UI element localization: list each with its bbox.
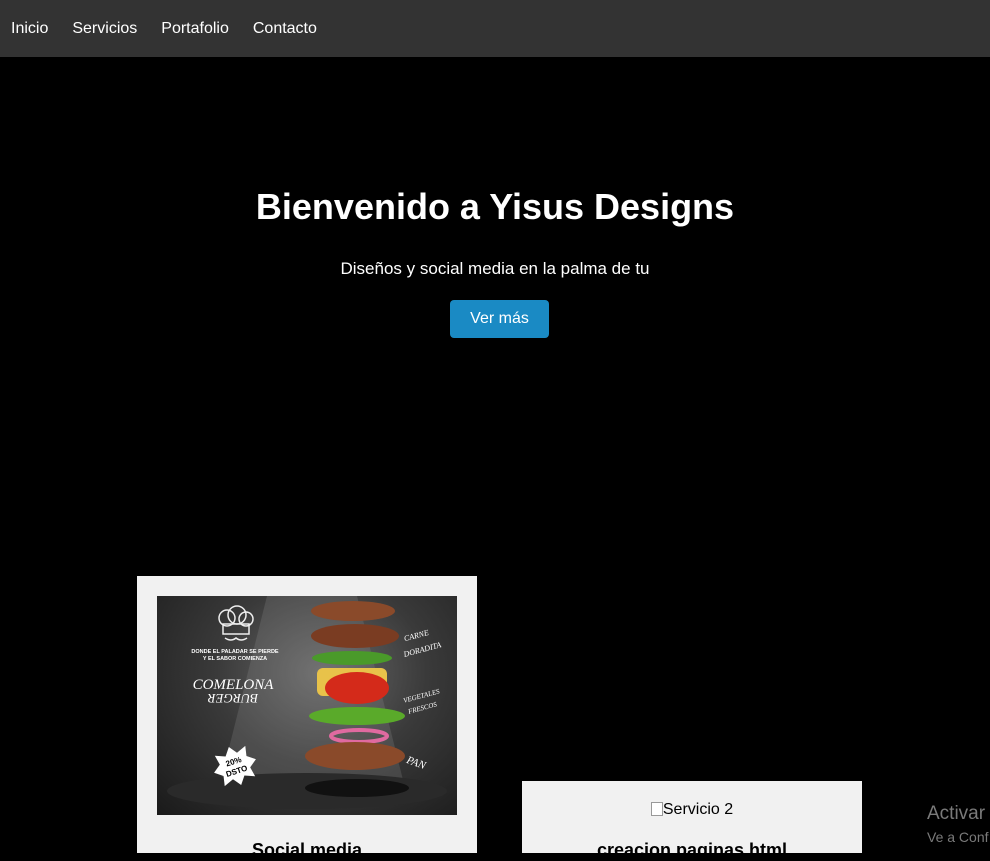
card-title: creacion paginas html — [596, 840, 788, 860]
watermark-line1: Activar — [927, 803, 986, 824]
svg-text:DONDE EL PALADAR SE PIERDE: DONDE EL PALADAR SE PIERDE — [191, 649, 279, 655]
nav-link-servicios[interactable]: Servicios — [72, 20, 137, 38]
hero-subtitle: Diseños y social media en la palma de tu — [340, 259, 650, 278]
brand-comelona: COMELONA — [193, 677, 275, 693]
hero-title: Bienvenido a Yisus Designs — [255, 186, 735, 227]
service-card-html: Servicio 2 creacion paginas html — [522, 781, 862, 860]
burger-ad-artwork: DONDE EL PALADAR SE PIERDE Y EL SABOR CO… — [167, 596, 447, 809]
nav-link-contacto[interactable]: Contacto — [253, 20, 317, 38]
broken-image: Servicio 2 — [522, 801, 862, 819]
nav-link-inicio[interactable]: Inicio — [11, 20, 48, 38]
watermark-line2: Ve a Conf — [927, 829, 989, 845]
service-card-social-media: DONDE EL PALADAR SE PIERDE Y EL SABOR CO… — [137, 576, 477, 860]
chef-hat-icon — [218, 605, 254, 641]
ver-mas-button[interactable]: Ver más — [450, 300, 549, 338]
nav-link-portafolio[interactable]: Portafolio — [161, 20, 229, 38]
image-alt-text: Servicio 2 — [662, 801, 734, 818]
svg-text:Y EL SABOR COMIENZA: Y EL SABOR COMIENZA — [203, 656, 267, 662]
svg-text:DORADITA: DORADITA — [402, 640, 443, 659]
burger-ad-image: DONDE EL PALADAR SE PIERDE Y EL SABOR CO… — [157, 596, 457, 815]
svg-text:CARNE: CARNE — [403, 628, 430, 643]
navbar: Inicio Servicios Portafolio Contacto — [0, 0, 990, 57]
card-title: Social media — [251, 840, 363, 860]
activation-watermark: Activar Ve a Conf — [927, 803, 989, 845]
brand-burger: BURGER — [208, 691, 259, 706]
svg-text:PAN: PAN — [404, 754, 428, 772]
broken-image-icon — [650, 802, 663, 816]
